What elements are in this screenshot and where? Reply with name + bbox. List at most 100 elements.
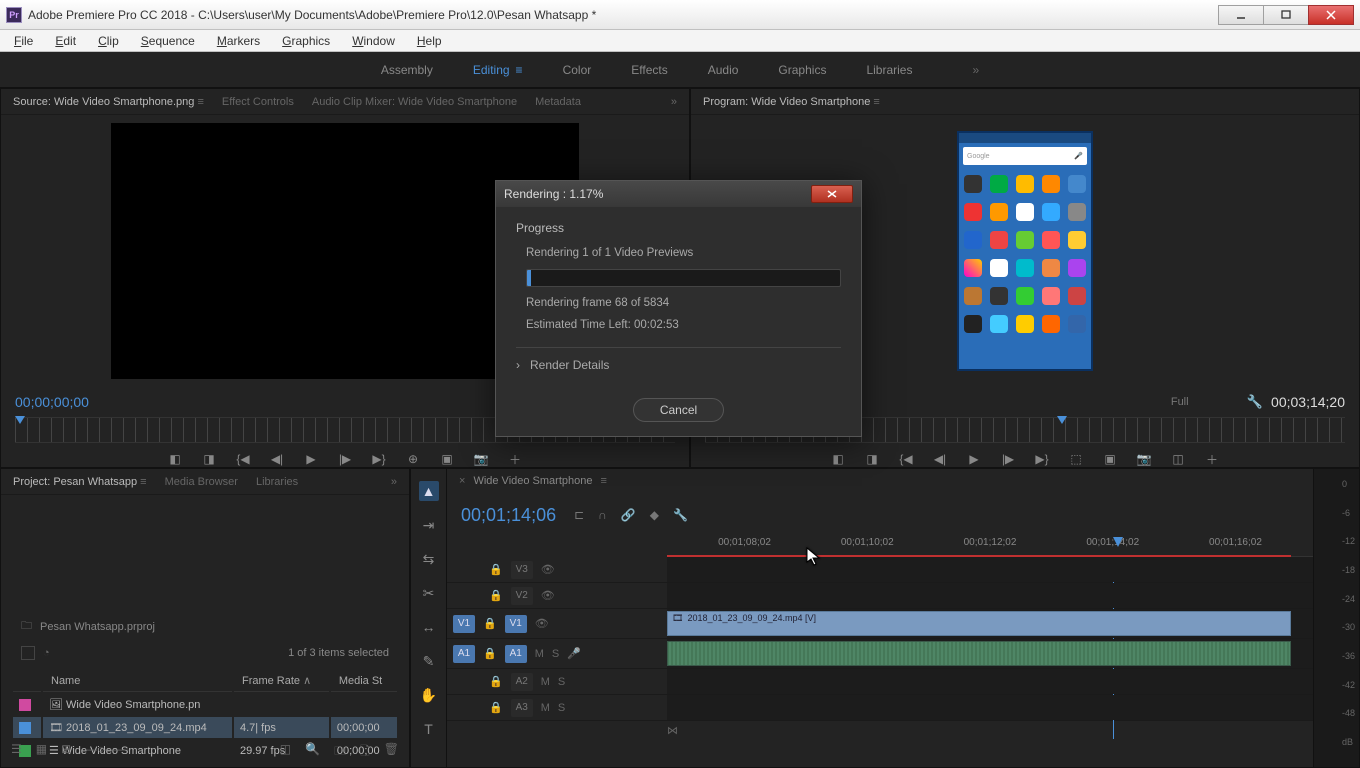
program-settings-icon[interactable]: 🔧 bbox=[1247, 394, 1263, 410]
marker-icon[interactable]: ◆ bbox=[650, 508, 659, 522]
window-close-button[interactable] bbox=[1308, 5, 1354, 25]
menu-help[interactable]: Help bbox=[407, 32, 452, 50]
tab-effect-controls[interactable]: Effect Controls bbox=[222, 96, 294, 108]
step-fwd-icon[interactable]: |▶ bbox=[337, 451, 353, 467]
slip-tool-icon[interactable]: ↔ bbox=[419, 617, 439, 637]
go-in-icon[interactable]: {◀ bbox=[235, 451, 251, 467]
lock-icon[interactable]: 🔒 bbox=[489, 589, 503, 602]
project-item[interactable]: 🎞 2018_01_23_09_09_24.mp4 4.7| fps00;00;… bbox=[13, 717, 397, 738]
step-fwd-icon[interactable]: |▶ bbox=[1000, 451, 1016, 467]
video-clip[interactable]: 🎞2018_01_23_09_09_24.mp4 [V] bbox=[667, 611, 1291, 636]
menu-file[interactable]: File bbox=[4, 32, 43, 50]
workspace-graphics[interactable]: Graphics bbox=[778, 63, 826, 77]
export-frame-icon[interactable]: 📷 bbox=[1136, 451, 1152, 467]
play-icon[interactable]: ▶ bbox=[966, 451, 982, 467]
program-zoom-full[interactable]: Full bbox=[1171, 396, 1231, 408]
zoom-slider[interactable]: —○—— bbox=[85, 742, 128, 763]
program-viewer[interactable]: Google🎤 bbox=[957, 131, 1093, 371]
close-sequence-icon[interactable]: × bbox=[459, 475, 465, 487]
timeline-playhead-icon[interactable] bbox=[1113, 537, 1123, 547]
audio-meter[interactable]: 0 -6 -12 -18 -24 -30 -36 -42 -48 dB bbox=[1313, 469, 1359, 767]
audio-clip[interactable] bbox=[667, 641, 1291, 666]
track-target-button[interactable]: A1 bbox=[505, 645, 527, 663]
track-target-button[interactable]: V2 bbox=[511, 587, 533, 605]
mark-out-icon[interactable]: ◨ bbox=[864, 451, 880, 467]
dialog-close-button[interactable] bbox=[811, 185, 853, 203]
project-item[interactable]: 🖼 Wide Video Smartphone.pn bbox=[13, 694, 397, 715]
lock-icon[interactable]: 🔒 bbox=[489, 701, 503, 714]
insert-icon[interactable]: ⊕ bbox=[405, 451, 421, 467]
mute-button[interactable]: M bbox=[541, 676, 550, 688]
hand-tool-icon[interactable]: ✋ bbox=[419, 685, 439, 705]
workspace-color[interactable]: Color bbox=[563, 63, 592, 77]
go-out-icon[interactable]: ▶} bbox=[371, 451, 387, 467]
lift-icon[interactable]: ⬚ bbox=[1068, 451, 1084, 467]
menu-clip[interactable]: Clip bbox=[88, 32, 129, 50]
workspace-effects[interactable]: Effects bbox=[631, 63, 667, 77]
lock-icon[interactable]: 🔒 bbox=[483, 617, 497, 630]
tab-source[interactable]: Source: Wide Video Smartphone.png bbox=[13, 96, 204, 108]
source-patch-button[interactable]: V1 bbox=[453, 615, 475, 633]
tab-metadata[interactable]: Metadata bbox=[535, 96, 581, 108]
eye-icon[interactable]: 👁 bbox=[535, 617, 549, 630]
play-icon[interactable]: ▶ bbox=[303, 451, 319, 467]
workspace-audio[interactable]: Audio bbox=[708, 63, 739, 77]
mute-button[interactable]: M bbox=[541, 702, 550, 714]
workspace-editing[interactable]: Editing bbox=[473, 63, 523, 77]
pen-tool-icon[interactable]: ✎ bbox=[419, 651, 439, 671]
col-name[interactable]: Name bbox=[43, 670, 232, 692]
track-expand-icon[interactable]: ⋈ bbox=[667, 724, 678, 737]
lock-icon[interactable]: 🔒 bbox=[489, 675, 503, 688]
new-item-icon[interactable]: 🗋 bbox=[360, 742, 370, 763]
settings-icon[interactable]: 🔧 bbox=[673, 508, 688, 522]
window-minimize-button[interactable] bbox=[1218, 5, 1264, 25]
ripple-tool-icon[interactable]: ⇆ bbox=[419, 549, 439, 569]
mark-in-icon[interactable]: ◧ bbox=[830, 451, 846, 467]
list-view-icon[interactable]: ☰ bbox=[11, 742, 22, 763]
solo-button[interactable]: S bbox=[552, 648, 559, 660]
go-out-icon[interactable]: ▶} bbox=[1034, 451, 1050, 467]
snap-icon[interactable]: ∩ bbox=[598, 508, 607, 522]
overwrite-icon[interactable]: ▣ bbox=[439, 451, 455, 467]
step-back-icon[interactable]: ◀| bbox=[269, 451, 285, 467]
render-details-toggle[interactable]: › Render Details bbox=[516, 358, 841, 372]
tab-project[interactable]: Project: Pesan Whatsapp bbox=[13, 476, 147, 488]
menu-sequence[interactable]: Sequence bbox=[131, 32, 205, 50]
plus-icon[interactable]: ＋ bbox=[507, 451, 523, 467]
track-target-button[interactable]: V3 bbox=[511, 561, 533, 579]
eye-icon[interactable]: 👁 bbox=[541, 563, 555, 576]
plus-icon[interactable]: ＋ bbox=[1204, 451, 1220, 467]
menu-edit[interactable]: Edit bbox=[45, 32, 86, 50]
mark-in-icon[interactable]: ◧ bbox=[167, 451, 183, 467]
voiceover-icon[interactable]: 🎤 bbox=[567, 647, 581, 660]
eye-icon[interactable]: 👁 bbox=[541, 589, 555, 602]
workspace-overflow-icon[interactable]: » bbox=[972, 63, 979, 77]
lock-icon[interactable]: 🔒 bbox=[483, 647, 497, 660]
selection-tool-icon[interactable]: ▲ bbox=[419, 481, 439, 501]
automate-icon[interactable]: ◫ bbox=[280, 742, 291, 763]
step-back-icon[interactable]: ◀| bbox=[932, 451, 948, 467]
linked-selection-icon[interactable]: 🔗 bbox=[621, 508, 636, 522]
menu-window[interactable]: Window bbox=[342, 32, 405, 50]
filter-bin-icon[interactable]: ◔ bbox=[43, 647, 50, 659]
panel-overflow-icon[interactable]: » bbox=[671, 96, 677, 108]
mute-button[interactable]: M bbox=[535, 648, 544, 660]
compare-icon[interactable]: ◫ bbox=[1170, 451, 1186, 467]
source-patch-button[interactable]: A1 bbox=[453, 645, 475, 663]
export-frame-icon[interactable]: 📷 bbox=[473, 451, 489, 467]
sequence-tab[interactable]: Wide Video Smartphone bbox=[473, 475, 592, 487]
track-target-button[interactable]: V1 bbox=[505, 615, 527, 633]
program-timecode[interactable]: 00;03;14;20 bbox=[1271, 394, 1345, 410]
tab-program[interactable]: Program: Wide Video Smartphone bbox=[703, 96, 880, 108]
cancel-button[interactable]: Cancel bbox=[633, 398, 724, 422]
icon-view-icon[interactable]: ▦ bbox=[36, 742, 47, 763]
timeline-ruler[interactable]: 00;01;08;02 00;01;10;02 00;01;12;02 00;0… bbox=[667, 537, 1313, 557]
track-target-button[interactable]: A3 bbox=[511, 699, 533, 717]
solo-button[interactable]: S bbox=[558, 702, 565, 714]
col-media-start[interactable]: Media St bbox=[331, 670, 397, 692]
dialog-titlebar[interactable]: Rendering : 1.17% bbox=[496, 181, 861, 207]
window-maximize-button[interactable] bbox=[1263, 5, 1309, 25]
tab-media-browser[interactable]: Media Browser bbox=[165, 476, 238, 488]
freeform-view-icon[interactable]: ⊞ bbox=[61, 742, 71, 763]
panel-overflow-icon[interactable]: » bbox=[391, 476, 397, 488]
